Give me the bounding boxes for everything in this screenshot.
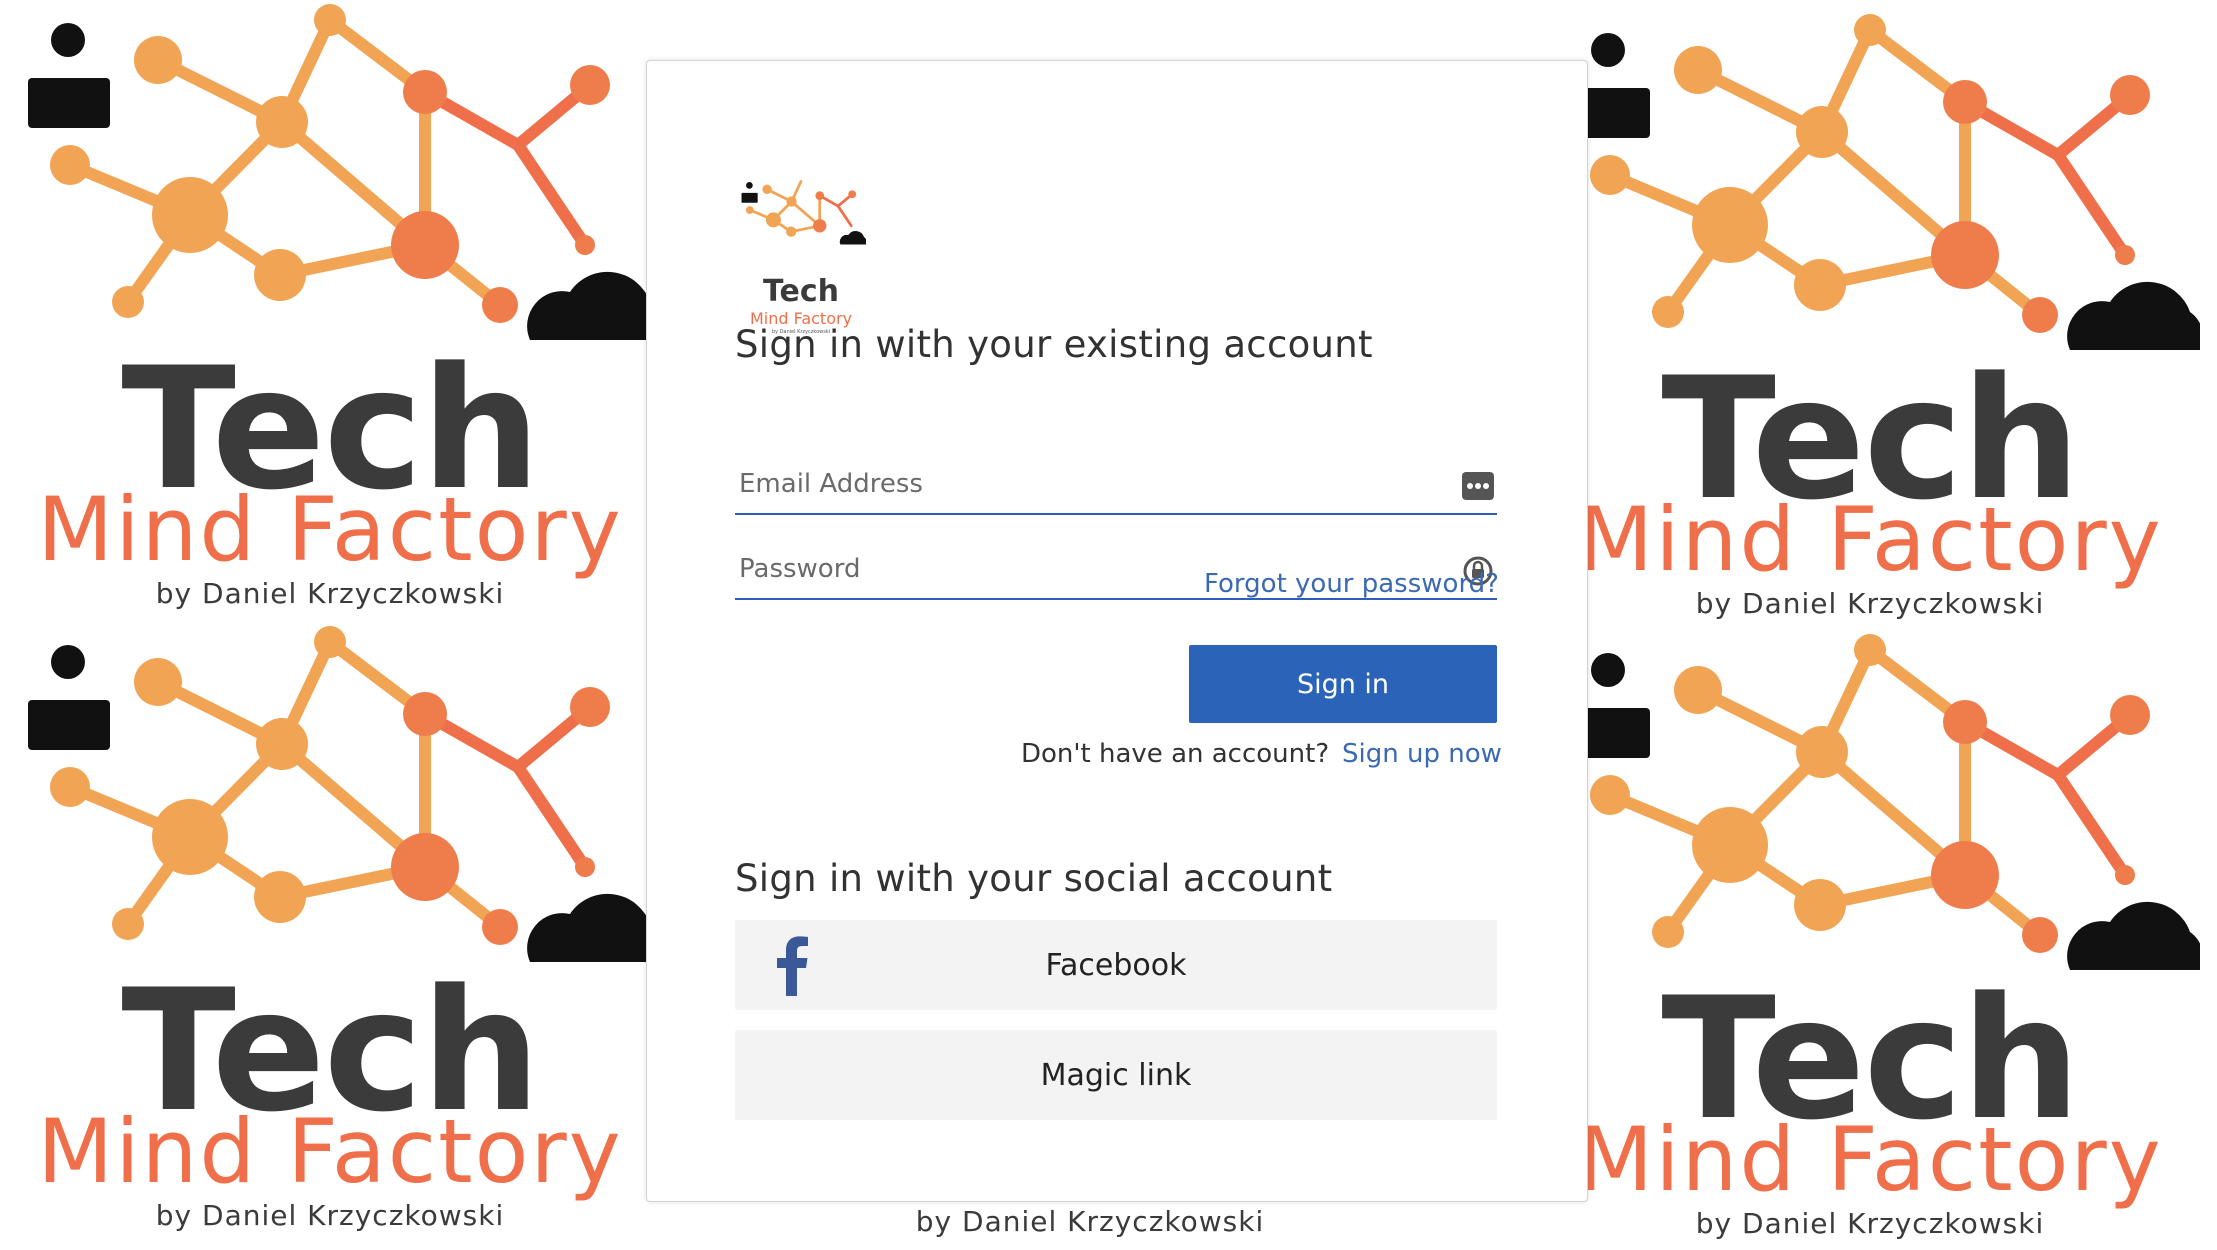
signin-card: Tech Mind Factory by Daniel Krzyczkowski…: [646, 60, 1588, 1202]
background-logo-tile: Tech Mind Factory by Daniel Krzyczkowski: [1540, 630, 2200, 1250]
background-byline: by Daniel Krzyczkowski: [155, 577, 505, 610]
forgot-password-link[interactable]: Forgot your password?: [1204, 569, 1499, 599]
sign-in-button[interactable]: Sign in: [1189, 645, 1497, 723]
sign-up-link[interactable]: Sign up now: [1342, 739, 1502, 769]
network-graphic: [28, 626, 660, 962]
background-mind-factory-text: Mind Factory: [1577, 1108, 2163, 1211]
magic-link-label: Magic link: [1040, 1058, 1192, 1093]
network-graphic: [1568, 634, 2200, 970]
brand-network-graphic: [741, 180, 866, 245]
magic-link-button[interactable]: Magic link: [735, 1030, 1497, 1120]
brand-tech-text: Tech: [763, 274, 839, 309]
background-logo-tile: Tech Mind Factory by Daniel Krzyczkowski: [0, 622, 660, 1242]
email-field: [735, 457, 1497, 515]
facebook-button[interactable]: Facebook: [735, 920, 1497, 1010]
brand-logo: Tech Mind Factory by Daniel Krzyczkowski: [736, 151, 866, 335]
email-input[interactable]: [739, 457, 1429, 511]
social-heading: Sign in with your social account: [735, 857, 1333, 900]
background-logo-tile: Tech Mind Factory by Daniel Krzyczkowski: [0, 0, 660, 620]
facebook-label: Facebook: [1045, 948, 1187, 983]
background-mind-factory-text: Mind Factory: [37, 478, 623, 581]
signin-heading: Sign in with your existing account: [735, 323, 1373, 366]
network-graphic: [1568, 14, 2200, 350]
background-mind-factory-text: Mind Factory: [37, 1100, 623, 1203]
no-account-text: Don't have an account?: [1021, 739, 1330, 769]
background-byline: by Daniel Krzyczkowski: [1695, 587, 2045, 620]
background-mind-factory-text: Mind Factory: [1577, 488, 2163, 591]
background-logo-tile: Tech Mind Factory by Daniel Krzyczkowski: [1540, 10, 2200, 630]
background-byline: by Daniel Krzyczkowski: [155, 1199, 505, 1232]
password-manager-icon[interactable]: [1461, 469, 1495, 503]
background-byline: by Daniel Krzyczkowski: [1695, 1207, 2045, 1240]
background-byline: by Daniel Krzyczkowski: [915, 1205, 1265, 1238]
network-graphic: [28, 4, 660, 340]
